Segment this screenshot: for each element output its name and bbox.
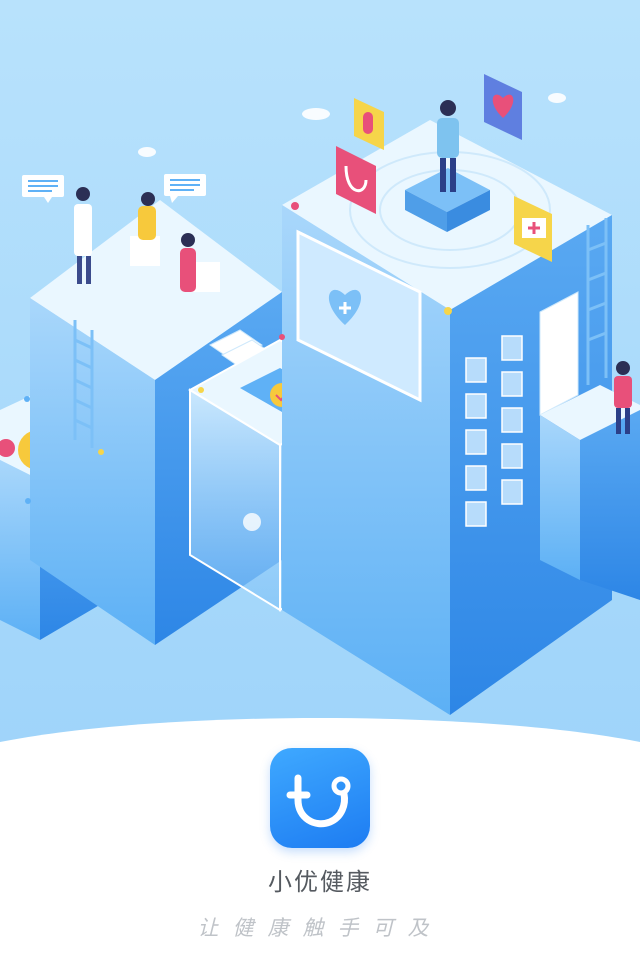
app-logo	[270, 748, 370, 848]
app-logo-icon	[286, 774, 351, 828]
app-name: 小优健康	[268, 868, 372, 896]
app-slogan: 让健康触手可及	[197, 916, 443, 940]
splash-illustration	[0, 0, 640, 760]
